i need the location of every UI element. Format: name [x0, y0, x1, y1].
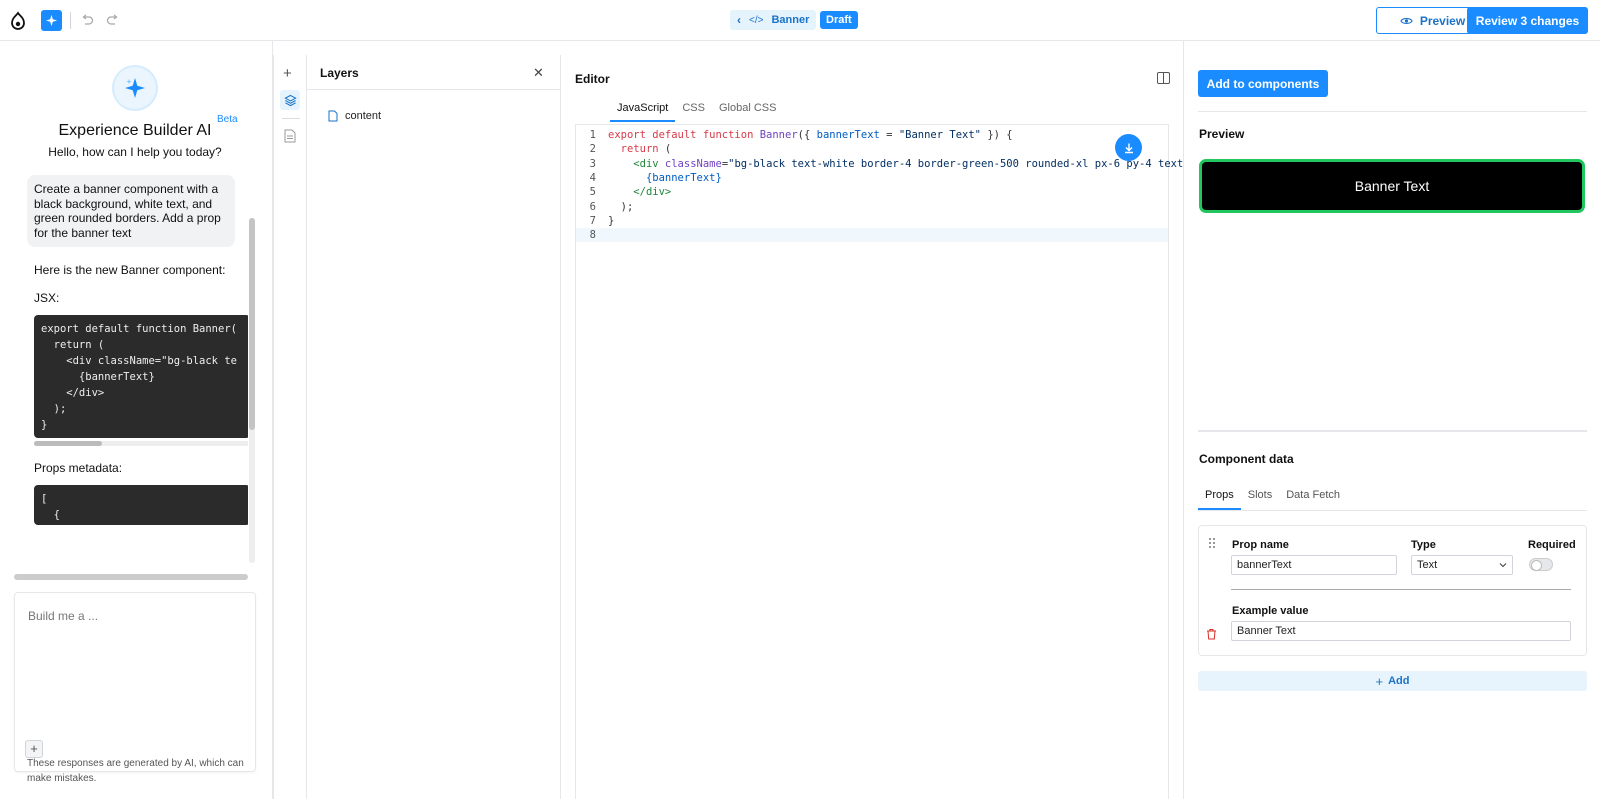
code-line: 2 return (: [589, 143, 672, 156]
type-label: Type: [1411, 539, 1436, 551]
layers-divider: [307, 89, 560, 90]
breadcrumb-component-name: Banner: [771, 14, 810, 26]
code-editor[interactable]: 1 export default function Banner({ banner…: [575, 124, 1184, 799]
ai-panel: Experience Builder AI Beta Hello, how ca…: [0, 41, 273, 799]
undo-icon[interactable]: [79, 12, 95, 28]
layer-item-label: content: [345, 110, 382, 122]
props-code-block: [ {: [34, 485, 248, 525]
chat-scrollbar-thumb[interactable]: [249, 218, 255, 430]
add-plus-icon[interactable]: +: [283, 65, 292, 82]
tab-css[interactable]: CSS: [675, 99, 712, 122]
ai-disclaimer: These responses are generated by AI, whi…: [27, 758, 244, 784]
beta-badge: Beta: [217, 114, 238, 125]
prop-divider: [1231, 589, 1571, 590]
code-line: 6 );: [589, 200, 634, 213]
right-divider: [1198, 111, 1587, 112]
toolbar-divider: [70, 12, 71, 29]
user-message: Create a banner component with a black b…: [27, 175, 235, 247]
chat-horizontal-scrollbar[interactable]: [14, 574, 248, 580]
chat-input-placeholder: Build me a ...: [28, 609, 99, 623]
download-icon: [1124, 143, 1133, 153]
preview-title: Preview: [1199, 127, 1245, 141]
code-line: 1 export default function Banner({ banner…: [589, 129, 1013, 141]
drag-handle-icon[interactable]: [1207, 537, 1217, 549]
component-data-title: Component data: [1199, 452, 1294, 466]
review-changes-button[interactable]: Review 3 changes: [1467, 7, 1588, 34]
tab-global-css[interactable]: Global CSS: [712, 99, 783, 122]
editor-tabs: JavaScript CSS Global CSS: [610, 99, 783, 122]
layers-title: Layers: [320, 66, 359, 80]
code-line: 3 <div className="bg-black text-white bo…: [589, 157, 1184, 170]
ai-assistant-button[interactable]: [41, 10, 62, 31]
trash-icon[interactable]: [1206, 628, 1217, 640]
example-value-label: Example value: [1232, 605, 1309, 617]
close-icon[interactable]: ✕: [533, 65, 544, 81]
ai-greeting: Hello, how can I help you today?: [48, 145, 222, 159]
code-icon: </>: [749, 14, 764, 26]
sparkle-icon: [125, 78, 145, 98]
plus-icon: +: [1375, 673, 1384, 689]
sparkle-icon: [45, 14, 58, 27]
prop-name-input[interactable]: bannerText: [1231, 555, 1397, 575]
code-line: 7}: [589, 214, 615, 227]
add-to-components-button[interactable]: Add to components: [1198, 70, 1328, 97]
required-toggle[interactable]: [1529, 558, 1553, 571]
code-scrollbar-thumb[interactable]: [34, 441, 102, 446]
layers-panel: [307, 55, 561, 799]
icon-rail: [273, 55, 307, 799]
code-line: 5 </div>: [589, 186, 672, 199]
layer-item[interactable]: content: [328, 110, 381, 122]
component-data-tabs: Props Slots Data Fetch: [1198, 484, 1587, 511]
chat-history[interactable]: Create a banner component with a black b…: [14, 175, 248, 565]
tab-props[interactable]: Props: [1198, 484, 1241, 510]
tab-javascript[interactable]: JavaScript: [610, 99, 676, 122]
layers-stack-icon: [283, 94, 297, 106]
jsx-label: JSX:: [34, 291, 60, 305]
chevron-left-icon[interactable]: ‹: [737, 13, 741, 27]
chevron-down-icon: [1499, 563, 1507, 568]
tab-data-fetch[interactable]: Data Fetch: [1279, 484, 1347, 510]
code-line: 4 {bannerText}: [589, 171, 722, 184]
drupal-logo-icon[interactable]: [8, 11, 28, 31]
type-select[interactable]: Text: [1411, 555, 1513, 575]
file-icon: [328, 110, 338, 122]
add-prop-button[interactable]: + Add: [1198, 671, 1587, 691]
tab-slots[interactable]: Slots: [1241, 484, 1279, 510]
example-value-input[interactable]: Banner Text: [1231, 621, 1571, 641]
preview-button-label: Preview: [1419, 13, 1466, 28]
rail-divider: [282, 118, 300, 119]
editor-title: Editor: [575, 72, 610, 86]
response-intro: Here is the new Banner component:: [34, 263, 226, 277]
ai-avatar: [114, 67, 156, 109]
required-label: Required: [1528, 539, 1576, 551]
add-prop-label: Add: [1388, 675, 1410, 687]
eye-icon: [1400, 17, 1413, 24]
prop-name-label: Prop name: [1232, 539, 1289, 551]
download-button[interactable]: [1115, 134, 1142, 161]
type-select-value: Text: [1417, 559, 1438, 571]
banner-preview: Banner Text: [1199, 159, 1585, 213]
right-divider: [1198, 430, 1587, 432]
layers-icon[interactable]: [280, 90, 300, 110]
chat-input[interactable]: Build me a ... +: [14, 592, 256, 772]
page-icon[interactable]: [284, 129, 296, 143]
props-metadata-label: Props metadata:: [34, 461, 123, 475]
redo-icon[interactable]: [105, 12, 121, 28]
jsx-code-block: export default function Banner( return (…: [34, 315, 248, 438]
split-view-icon[interactable]: [1157, 72, 1170, 84]
draft-badge: Draft: [820, 11, 858, 29]
breadcrumb[interactable]: ‹ </> Banner: [730, 10, 817, 30]
code-line-current: 8: [576, 228, 1168, 243]
